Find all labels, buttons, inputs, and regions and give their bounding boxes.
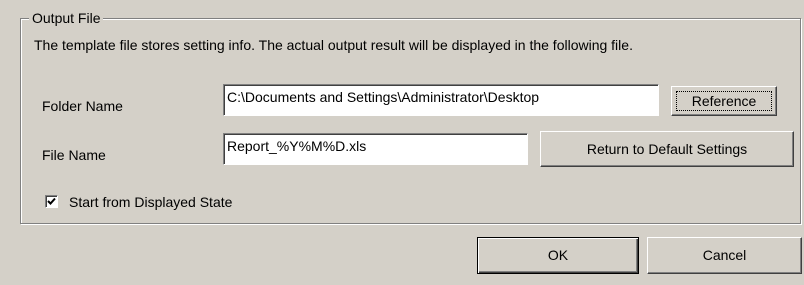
checkmark-icon — [47, 197, 56, 205]
return-to-default-label: Return to Default Settings — [586, 141, 748, 157]
reference-button[interactable]: Reference — [671, 86, 777, 116]
cancel-button-label: Cancel — [702, 247, 747, 263]
group-description: The template file stores setting info. T… — [34, 37, 633, 53]
folder-name-label: Folder Name — [42, 98, 123, 114]
return-to-default-button[interactable]: Return to Default Settings — [540, 131, 794, 167]
start-displayed-checkbox[interactable] — [45, 195, 58, 208]
focus-ring — [676, 91, 772, 111]
group-title: Output File — [29, 10, 104, 26]
folder-name-input[interactable]: C:\Documents and Settings\Administrator\… — [223, 84, 659, 116]
ok-button[interactable]: OK — [477, 237, 639, 274]
file-name-input[interactable]: Report_%Y%M%D.xls — [223, 133, 528, 165]
cancel-button[interactable]: Cancel — [647, 237, 802, 274]
file-name-label: File Name — [42, 147, 106, 163]
ok-button-label: OK — [547, 247, 569, 263]
start-displayed-label: Start from Displayed State — [69, 194, 233, 210]
